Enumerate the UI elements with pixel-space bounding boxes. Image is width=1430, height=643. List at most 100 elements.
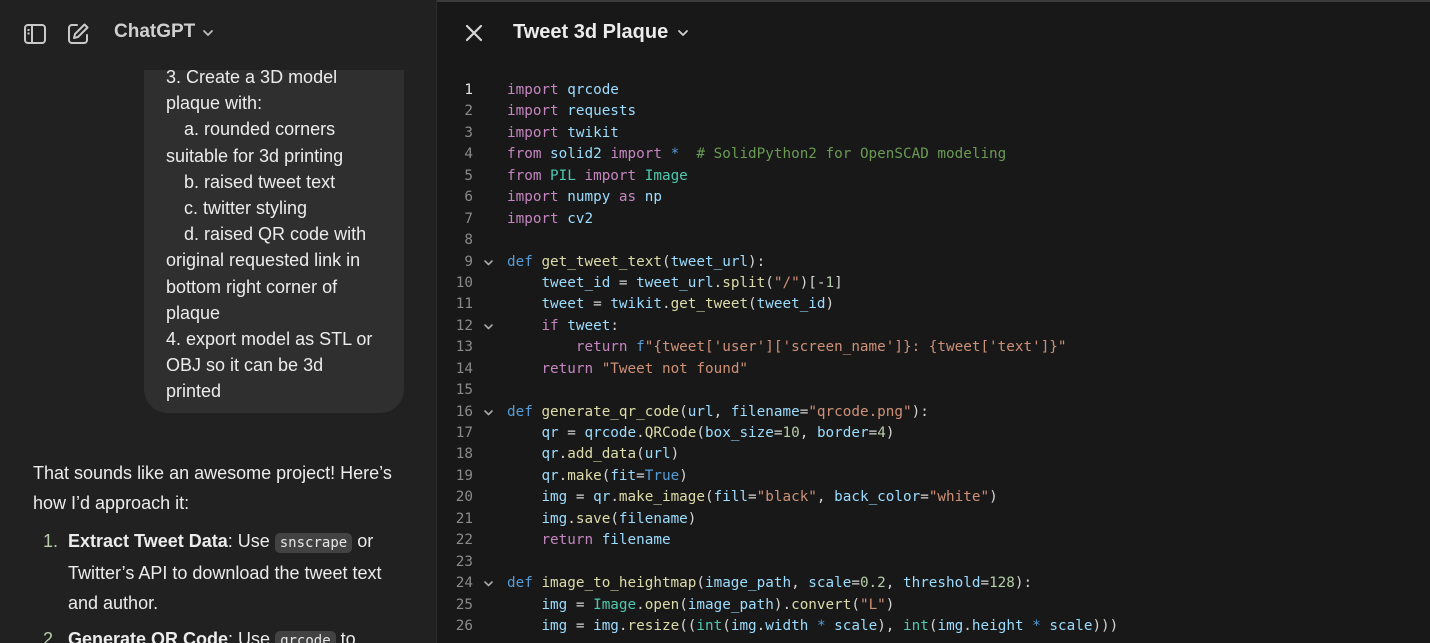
line-number: 14 [455,360,473,377]
line-number: 18 [455,446,473,463]
user-message-line: OBJ so it can be 3d [166,355,324,376]
code-line[interactable]: 3 import twikit [437,123,1430,144]
code-text: tweet_id = tweet_url.split("/")[-1] [541,274,843,291]
user-message-line: original requested link in [166,250,361,271]
line-number: 21 [455,510,473,527]
line-number: 20 [455,489,473,506]
line-number: 10 [455,274,473,291]
code-text: if tweet: [541,317,619,334]
code-line[interactable]: 14 return "Tweet not found" [437,359,1430,380]
line-number: 19 [455,467,473,484]
code-line[interactable]: 12 if tweet: [437,316,1430,337]
code-text: import twikit [507,124,619,141]
inline-code: qrcode [275,631,336,643]
code-text: import cv2 [507,210,594,227]
line-number: 15 [455,382,473,399]
code-line[interactable]: 22 return filename [437,530,1430,551]
code-text: import requests [507,103,637,120]
code-text: img.save(filename) [541,510,697,527]
code-editor[interactable]: 1 import qrcode 2 import requests 3 import tw… [437,80,1430,637]
code-line[interactable]: 26 img = img.resize((int(img.width * sca… [437,616,1430,637]
code-text: tweet = twikit.get_tweet(tweet_id) [541,296,835,313]
line-number: 3 [464,124,473,141]
chevron-down-icon [203,30,214,36]
canvas-panel: Tweet 3d Plaque 1 import qrcode 2 import re… [436,0,1430,643]
close-canvas-button[interactable] [461,20,487,46]
canvas-title-selector[interactable]: Tweet 3d Plaque [513,21,690,44]
chat-panel: ChatGPT 3. Create a 3D model plaque with… [0,0,436,643]
chat-header: ChatGPT [0,0,436,70]
code-line[interactable]: 4 from solid2 import * # SolidPython2 for… [437,144,1430,165]
new-chat-icon [68,23,89,44]
code-text: from solid2 import * # SolidPython2 for … [507,146,1007,163]
code-line[interactable]: 17 qr = qrcode.QRCode(box_size=10, borde… [437,423,1430,444]
user-message-line: a. rounded corners [184,119,336,140]
list-item-number: 1. [43,531,59,551]
user-message-line: plaque with: [166,93,263,114]
user-message-line: d. raised QR code with [184,224,367,245]
code-text: return f"{tweet['user']['screen_name']}:… [575,339,1067,356]
list-item-title: Extract Tweet Data [68,531,228,551]
list-item: 2. Generate QR Code: Use qrcode to [33,624,413,643]
model-label: ChatGPT [114,21,196,42]
code-line[interactable]: 25 img = Image.open(image_path).convert(… [437,595,1430,616]
line-number: 16 [455,403,473,420]
code-text: qr.add_data(url) [541,446,680,463]
code-line[interactable]: 18 qr.add_data(url) [437,444,1430,465]
code-text: qr.make(fit=True) [541,467,688,484]
line-number: 26 [455,617,473,634]
close-icon [465,24,483,42]
line-number: 4 [464,146,473,163]
code-line[interactable]: 16 def generate_qr_code(url, filename="qr… [437,402,1430,423]
inline-code: snscrape [274,533,353,553]
code-text: img = img.resize((int(img.width * scale)… [541,617,1119,634]
code-text: import qrcode [507,82,619,98]
code-text: img = qr.make_image(fill="black", back_c… [541,489,998,506]
code-line[interactable]: 9 def get_tweet_text(tweet_url): [437,252,1430,273]
list-item-text: : Use [227,531,275,551]
line-number: 13 [455,339,473,356]
code-line[interactable]: 2 import requests [437,101,1430,122]
code-line[interactable]: 7 import cv2 [437,209,1430,230]
code-line[interactable]: 5 from PIL import Image [437,166,1430,187]
sidebar-toggle-button[interactable] [21,20,49,48]
code-line[interactable]: 10 tweet_id = tweet_url.split("/")[-1] [437,273,1430,294]
line-number: 23 [455,553,473,570]
line-number: 11 [455,296,473,313]
code-text: def image_to_heightmap(image_path, scale… [507,575,1033,592]
code-line[interactable]: 1 import qrcode [437,80,1430,101]
line-number: 17 [455,425,473,441]
fold-chevron-icon[interactable] [482,402,494,423]
assistant-message: That sounds like an awesome project! Her… [33,458,413,643]
code-line[interactable]: 23 [437,552,1430,573]
new-chat-button[interactable] [64,20,92,48]
code-line[interactable]: 21 img.save(filename) [437,509,1430,530]
code-line[interactable]: 8 [437,230,1430,251]
code-text: return "Tweet not found" [541,360,749,377]
fold-chevron-icon[interactable] [482,252,494,273]
code-line[interactable]: 20 img = qr.make_image(fill="black", bac… [437,487,1430,508]
model-selector[interactable]: ChatGPT [114,21,215,43]
code-line[interactable]: 13 return f"{tweet['user']['screen_name'… [437,337,1430,358]
line-number: 22 [455,532,473,549]
line-number: 9 [464,253,473,270]
code-line[interactable]: 11 tweet = twikit.get_tweet(tweet_id) [437,294,1430,315]
code-line[interactable]: 24 def image_to_heightmap(image_path, sca… [437,573,1430,594]
list-item-title: Generate QR Code [68,629,229,643]
list-item-text: : Use [228,629,276,643]
fold-chevron-icon[interactable] [482,573,494,594]
line-number: 1 [464,82,473,98]
canvas-title: Tweet 3d Plaque [513,21,669,43]
list-item-number: 2. [43,629,59,643]
list-item-text: to [335,629,356,643]
code-line[interactable]: 19 qr.make(fit=True) [437,466,1430,487]
code-line[interactable]: 6 import numpy as np [437,187,1430,208]
user-message-line: 4. export model as STL or [166,329,373,350]
fold-chevron-icon[interactable] [482,316,494,337]
code-text: img = Image.open(image_path).convert("L"… [541,596,895,613]
line-number: 2 [464,103,473,120]
code-line[interactable]: 15 [437,380,1430,401]
user-message-line: bottom right corner of [166,276,338,297]
line-number: 24 [455,575,473,592]
code-text: from PIL import Image [507,167,688,184]
